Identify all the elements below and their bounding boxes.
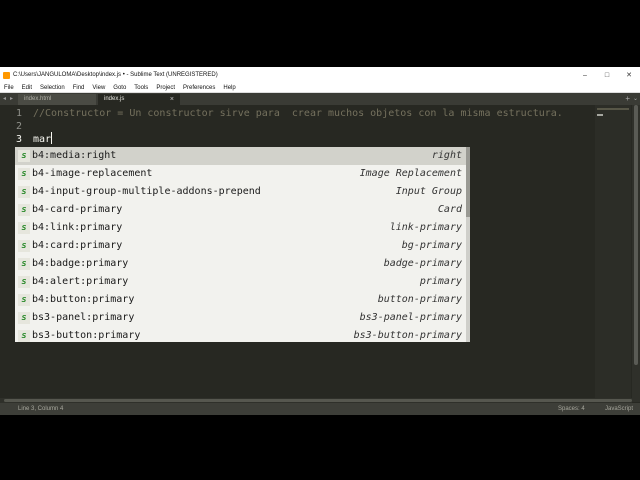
menu-selection[interactable]: Selection: [36, 85, 69, 91]
autocomplete-hint: right: [431, 150, 462, 161]
autocomplete-item[interactable]: s b4:alert:primary primary: [15, 273, 466, 291]
snippet-kind-icon: s: [18, 312, 30, 324]
vertical-scroll-thumb[interactable]: [634, 105, 638, 365]
menu-tools[interactable]: Tools: [130, 85, 152, 91]
syntax-selector[interactable]: JavaScript: [605, 406, 633, 412]
menu-preferences[interactable]: Preferences: [179, 85, 219, 91]
tab-index-js[interactable]: index.js ×: [98, 94, 180, 105]
sublime-logo-icon: [3, 71, 10, 79]
autocomplete-hint: badge-primary: [383, 258, 462, 269]
line-number: 3: [15, 134, 22, 145]
minimap[interactable]: [595, 105, 631, 402]
snippet-kind-icon: s: [18, 276, 30, 288]
autocomplete-item[interactable]: s b4:button:primary button-primary: [15, 291, 466, 309]
autocomplete-item[interactable]: s b4:link:primary link-primary: [15, 219, 466, 237]
autocomplete-item[interactable]: s b4:badge:primary badge-primary: [15, 255, 466, 273]
code-line-typed: mar: [33, 134, 52, 145]
maximize-button[interactable]: □: [596, 72, 618, 79]
autocomplete-item[interactable]: s b4:card:primary bg-primary: [15, 237, 466, 255]
indentation-setting[interactable]: Spaces: 4: [558, 406, 585, 412]
tab-nav-right-icon[interactable]: ▸: [10, 93, 13, 105]
autocomplete-trigger: bs3-button:primary: [32, 330, 141, 341]
autocomplete-hint: Card: [437, 204, 462, 215]
autocomplete-trigger: b4:badge:primary: [32, 258, 129, 269]
tab-index-html[interactable]: index.html: [18, 94, 96, 105]
autocomplete-popup: s b4:media:right right s b4-image-replac…: [15, 147, 466, 342]
snippet-kind-icon: s: [18, 168, 30, 180]
code-line-comment: //Constructor = Un constructor sirve par…: [33, 108, 563, 119]
snippet-kind-icon: s: [18, 204, 30, 216]
line-number: 1: [15, 108, 22, 119]
menu-project[interactable]: Project: [152, 85, 179, 91]
autocomplete-hint: primary: [419, 276, 462, 287]
autocomplete-trigger: bs3-panel:primary: [32, 312, 135, 323]
menu-file[interactable]: File: [0, 85, 18, 91]
autocomplete-trigger: b4:card:primary: [32, 240, 123, 251]
autocomplete-item[interactable]: s b4:media:right right: [15, 147, 466, 165]
close-button[interactable]: ✕: [618, 71, 640, 79]
autocomplete-hint: bs3-button-primary: [353, 330, 462, 341]
autocomplete-hint: Image Replacement: [359, 168, 462, 179]
tab-overflow-icon[interactable]: ⌄: [633, 93, 638, 105]
minimap-line: [597, 114, 603, 116]
snippet-kind-icon: s: [18, 258, 30, 270]
tab-bar: ◂ ▸ index.html index.js × + ⌄: [0, 93, 640, 105]
autocomplete-trigger: b4:button:primary: [32, 294, 135, 305]
minimap-line: [597, 108, 629, 110]
menu-bar: File Edit Selection Find View Goto Tools…: [0, 83, 640, 93]
snippet-kind-icon: s: [18, 294, 30, 306]
minimize-button[interactable]: –: [574, 72, 596, 79]
autocomplete-item[interactable]: s b4-input-group-multiple-addons-prepend…: [15, 183, 466, 201]
autocomplete-item[interactable]: s b4-card-primary Card: [15, 201, 466, 219]
autocomplete-hint: link-primary: [389, 222, 462, 233]
autocomplete-hint: Input Group: [395, 186, 462, 197]
autocomplete-item[interactable]: s bs3-button:primary bs3-button-primary: [15, 327, 466, 345]
autocomplete-hint: bg-primary: [401, 240, 462, 251]
autocomplete-scrollbar[interactable]: [466, 147, 470, 342]
menu-help[interactable]: Help: [219, 85, 239, 91]
autocomplete-item[interactable]: s b4-image-replacement Image Replacement: [15, 165, 466, 183]
new-tab-icon[interactable]: +: [625, 93, 630, 105]
snippet-kind-icon: s: [18, 186, 30, 198]
status-bar: Line 3, Column 4 Spaces: 4 JavaScript: [0, 403, 640, 415]
snippet-kind-icon: s: [18, 222, 30, 234]
snippet-kind-icon: s: [18, 150, 30, 162]
autocomplete-trigger: b4:alert:primary: [32, 276, 129, 287]
autocomplete-hint: button-primary: [377, 294, 462, 305]
autocomplete-scroll-thumb[interactable]: [466, 147, 470, 217]
autocomplete-trigger: b4:media:right: [32, 150, 117, 161]
title-bar: C:\Users\JANGULOMA\Desktop\index.js • - …: [0, 67, 640, 83]
autocomplete-trigger: b4-card-primary: [32, 204, 123, 215]
cursor-position: Line 3, Column 4: [18, 406, 64, 412]
autocomplete-hint: bs3-panel-primary: [359, 312, 462, 323]
tab-nav-left-icon[interactable]: ◂: [3, 93, 6, 105]
vertical-scrollbar[interactable]: [632, 105, 640, 402]
tab-label: index.html: [24, 96, 52, 102]
menu-find[interactable]: Find: [69, 85, 89, 91]
tab-close-icon[interactable]: ×: [170, 94, 174, 105]
line-number: 2: [15, 121, 22, 132]
autocomplete-item[interactable]: s bs3-panel:primary bs3-panel-primary: [15, 309, 466, 327]
menu-edit[interactable]: Edit: [18, 85, 36, 91]
menu-view[interactable]: View: [88, 85, 109, 91]
text-cursor: [51, 132, 52, 144]
window-title: C:\Users\JANGULOMA\Desktop\index.js • - …: [13, 72, 218, 78]
snippet-kind-icon: s: [18, 330, 30, 342]
autocomplete-trigger: b4:link:primary: [32, 222, 123, 233]
menu-goto[interactable]: Goto: [109, 85, 130, 91]
horizontal-scroll-thumb[interactable]: [4, 399, 632, 402]
snippet-kind-icon: s: [18, 240, 30, 252]
autocomplete-trigger: b4-image-replacement: [32, 168, 153, 179]
autocomplete-trigger: b4-input-group-multiple-addons-prepend: [32, 186, 261, 197]
tab-label: index.js: [104, 96, 125, 102]
